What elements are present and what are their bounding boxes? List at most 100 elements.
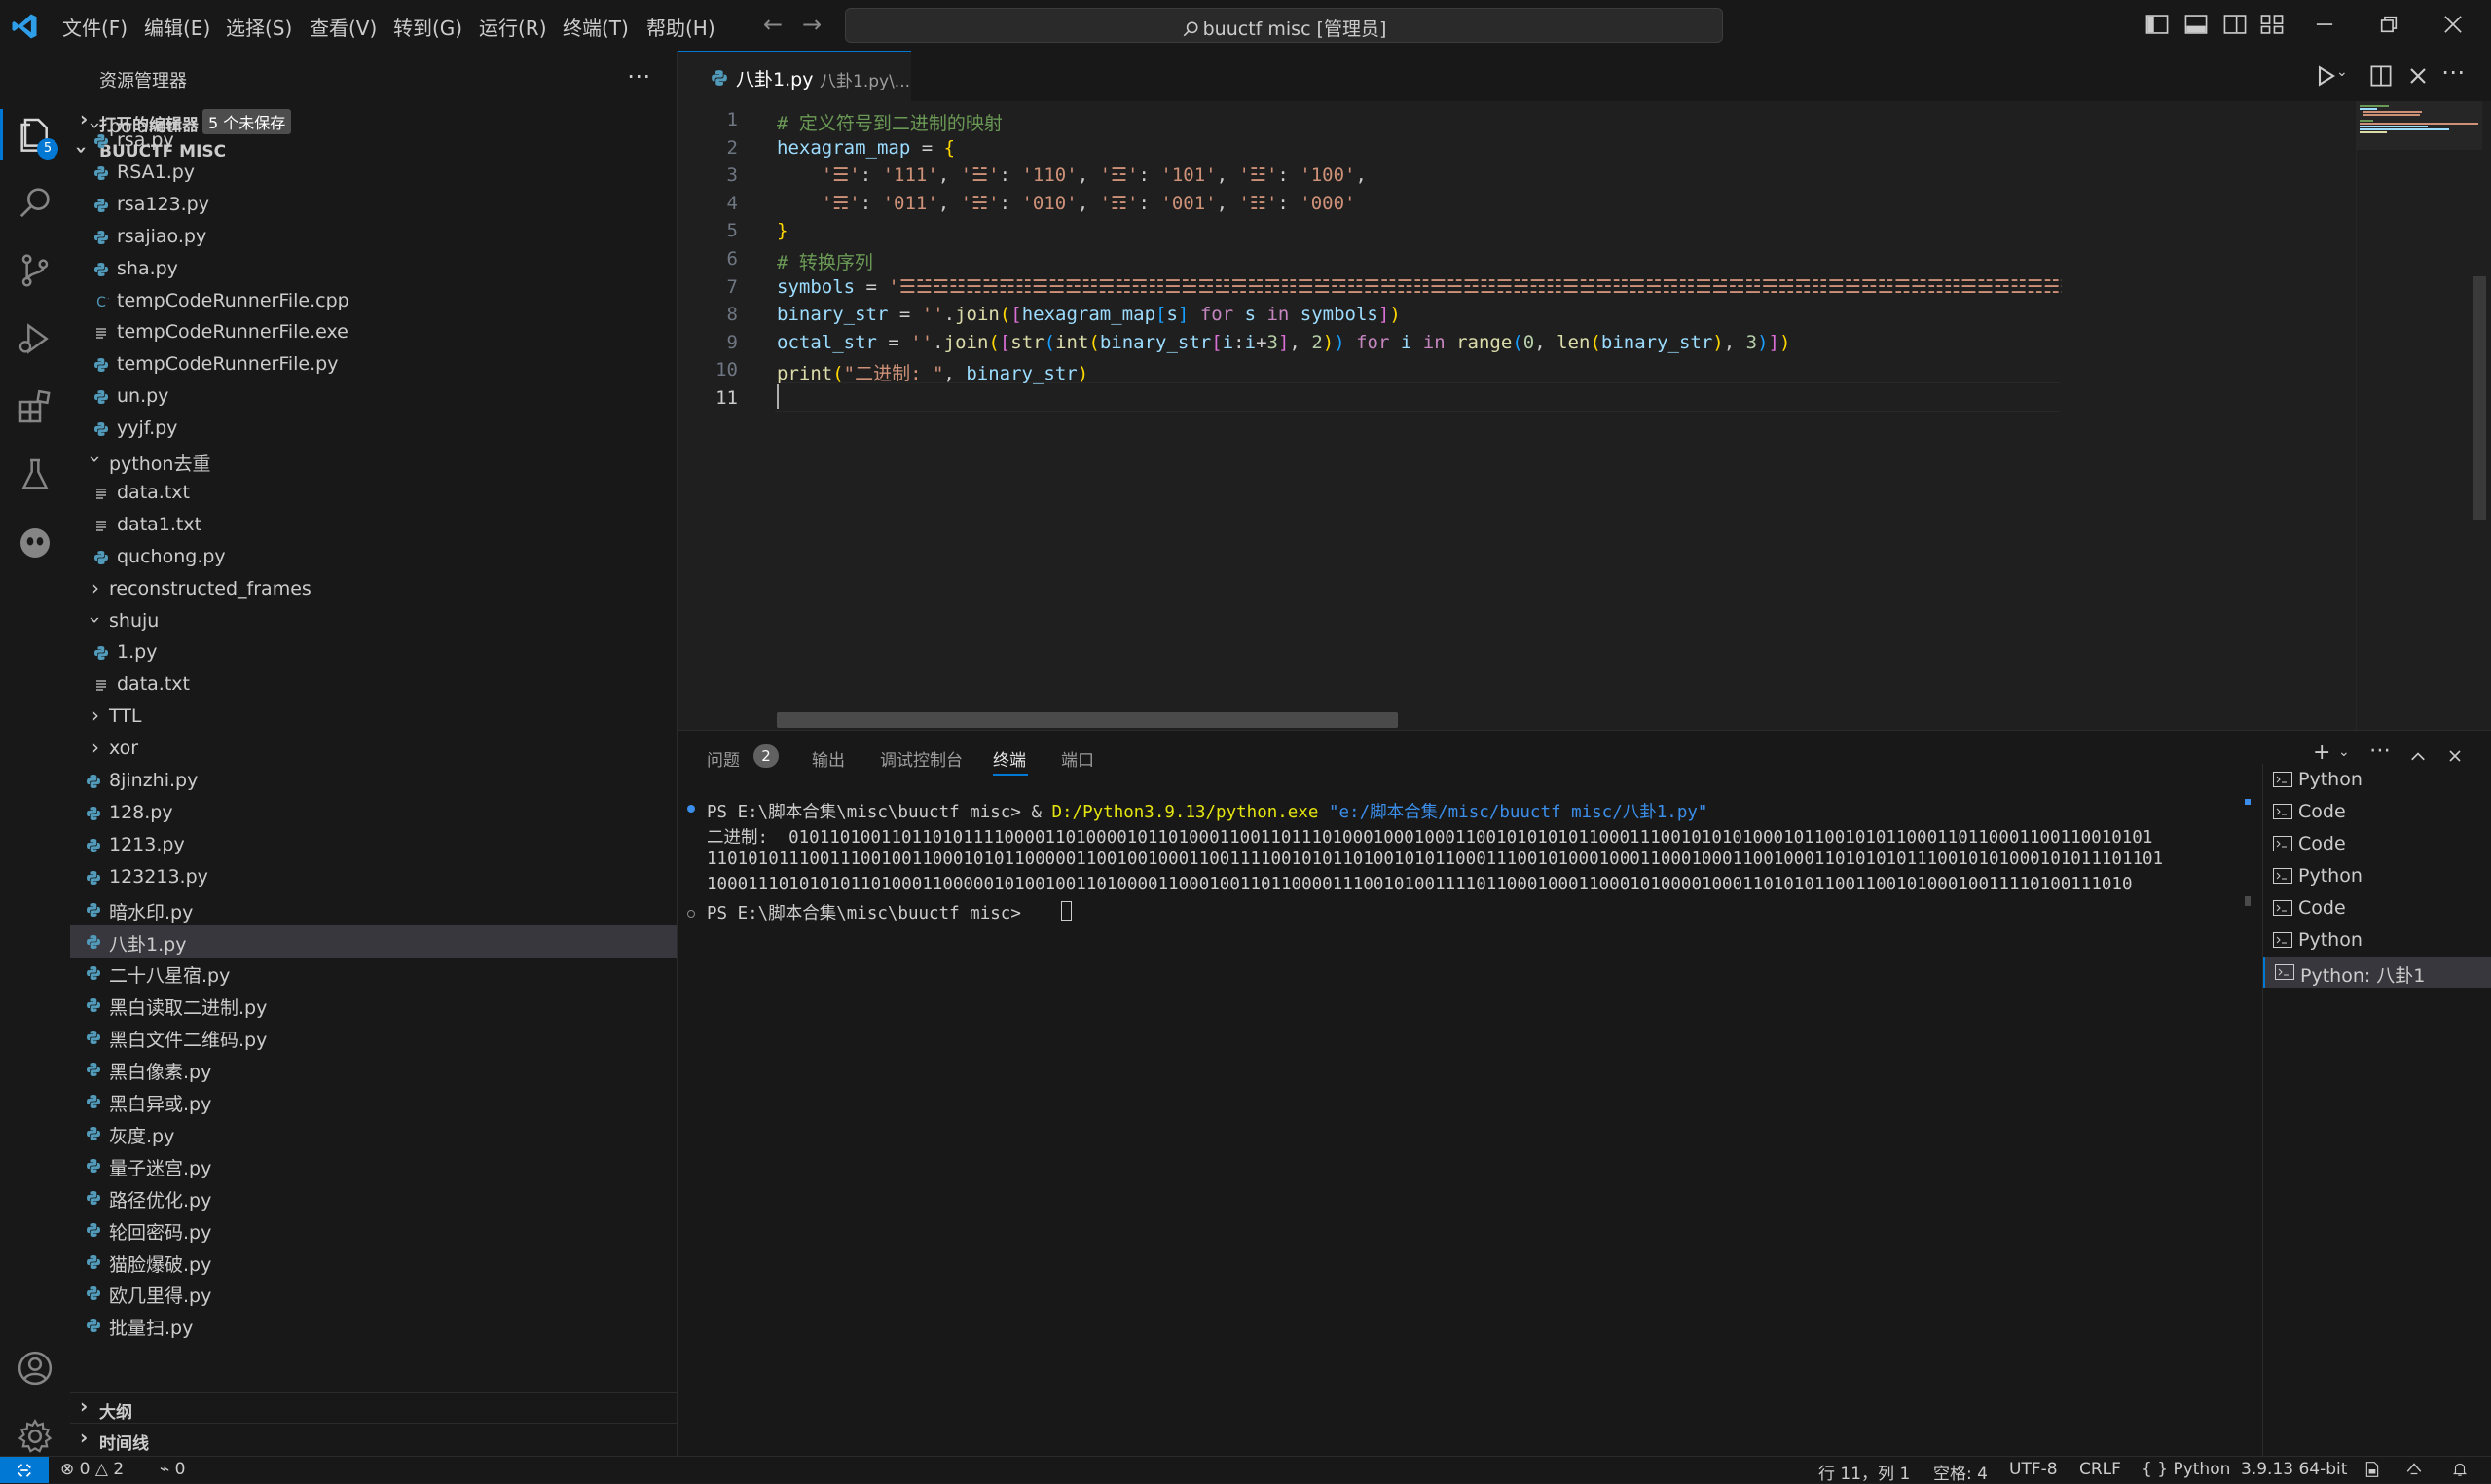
horizontal-scrollbar[interactable]	[777, 712, 1398, 728]
copilot-status-icon[interactable]	[2404, 1461, 2424, 1478]
run-and-debug-icon[interactable]	[16, 319, 55, 358]
customize-layout-icon[interactable]	[2258, 12, 2286, 37]
tree-file[interactable]: 1213.py	[70, 829, 677, 861]
tab-ports[interactable]: 端口	[1061, 746, 1094, 771]
tree-file[interactable]: C+ tempCodeRunnerFile.cpp	[70, 285, 677, 317]
remote-indicator[interactable]	[0, 1457, 49, 1483]
forward-arrow-icon[interactable]: →	[802, 11, 822, 38]
tree-file[interactable]: 123213.py	[70, 861, 677, 893]
ports-status[interactable]: ⌁ 0	[160, 1460, 185, 1479]
tab-bagua1-py[interactable]: 八卦1.py 八卦1.py\...	[678, 51, 911, 102]
tree-file[interactable]: 量子迷宫.py	[70, 1149, 677, 1181]
terminal-instance[interactable]: Python	[2263, 764, 2491, 795]
restore-icon[interactable]	[2375, 12, 2402, 37]
terminal-instance[interactable]: Python	[2263, 860, 2491, 891]
vertical-scrollbar[interactable]	[2473, 276, 2486, 520]
tree-file[interactable]: un.py	[70, 380, 677, 413]
tree-file[interactable]: 暗水印.py	[70, 893, 677, 925]
cursor-position[interactable]: 行 11，列 1	[1818, 1460, 1910, 1484]
remote-copilot-icon[interactable]	[16, 524, 55, 562]
terminal-instance[interactable]: Code	[2263, 796, 2491, 827]
menu-run[interactable]: 运行(R)	[479, 13, 547, 41]
terminal-instance[interactable]: Python: 八卦1	[2263, 957, 2491, 988]
tree-file[interactable]: 欧几里得.py	[70, 1277, 677, 1309]
tree-file[interactable]: 轮回密码.py	[70, 1213, 677, 1246]
tree-file[interactable]: 二十八星宿.py	[70, 957, 677, 989]
tree-folder[interactable]: › xor	[70, 733, 677, 765]
code-editor[interactable]: 1 2 3 4 5 6 7 8 9 10 11 # 定义符号到二进制的映射 hexagram_map …	[678, 101, 2491, 730]
editor-more-actions-icon[interactable]: ⋯	[2441, 58, 2469, 86]
tree-file[interactable]: 1.py	[70, 636, 677, 669]
tree-file[interactable]: tempCodeRunnerFile.exe	[70, 316, 677, 348]
command-center-search[interactable]: buuctf misc [管理员]	[845, 8, 1723, 43]
tree-file[interactable]: 黑白像素.py	[70, 1053, 677, 1085]
python-interpreter[interactable]: 3.9.13 64-bit	[2241, 1460, 2347, 1479]
tree-folder[interactable]: › shuju	[70, 605, 677, 637]
tree-file[interactable]: rsa123.py	[70, 189, 677, 221]
timeline-section[interactable]: › 时间线	[70, 1423, 677, 1455]
tree-file[interactable]: RSA1.py	[70, 157, 677, 189]
menu-edit[interactable]: 编辑(E)	[144, 13, 210, 41]
tree-file[interactable]: 八卦1.py	[70, 924, 677, 958]
tree-file[interactable]: rsajiao.py	[70, 221, 677, 253]
minimize-icon[interactable]	[2311, 12, 2338, 37]
tree-file[interactable]: rsa.py	[70, 125, 677, 157]
close-window-icon[interactable]	[2439, 12, 2467, 37]
menu-terminal[interactable]: 终端(T)	[563, 13, 629, 41]
menu-view[interactable]: 查看(V)	[310, 13, 377, 41]
tree-file[interactable]: 黑白文件二维码.py	[70, 1021, 677, 1053]
encoding-status[interactable]: UTF-8	[2009, 1460, 2058, 1479]
tab-output[interactable]: 输出	[812, 746, 845, 771]
tree-file[interactable]: sha.py	[70, 253, 677, 285]
terminal-instance[interactable]: Code	[2263, 892, 2491, 923]
split-editor-icon[interactable]	[2367, 62, 2395, 90]
tree-file[interactable]: quchong.py	[70, 541, 677, 573]
tree-folder[interactable]: › reconstructed_frames	[70, 573, 677, 605]
tree-file[interactable]: 黑白异或.py	[70, 1085, 677, 1117]
new-terminal-plus-icon[interactable]: +	[2313, 741, 2330, 765]
terminal-instance[interactable]: Python	[2263, 924, 2491, 956]
menu-file[interactable]: 文件(F)	[62, 13, 128, 41]
extensions-icon[interactable]	[16, 387, 55, 426]
tree-file[interactable]: 批量扫.py	[70, 1309, 677, 1341]
panel-more-actions-icon[interactable]: ⋯	[2369, 739, 2391, 763]
tab-debug-console[interactable]: 调试控制台	[880, 746, 963, 771]
tree-file[interactable]: 128.py	[70, 797, 677, 829]
tree-file[interactable]: 路径优化.py	[70, 1181, 677, 1213]
file-info-icon[interactable]	[2363, 1461, 2381, 1478]
tree-file[interactable]: data.txt	[70, 477, 677, 509]
toggle-panel-icon[interactable]	[2182, 12, 2210, 37]
source-control-icon[interactable]	[16, 251, 55, 290]
indentation-status[interactable]: 空格: 4	[1933, 1460, 1988, 1484]
terminal-instance[interactable]: Code	[2263, 828, 2491, 859]
more-actions-icon[interactable]: ⋯	[627, 62, 650, 90]
tree-file[interactable]: 8jinzhi.py	[70, 765, 677, 797]
tree-file[interactable]: 猫脸爆破.py	[70, 1246, 677, 1278]
tree-folder[interactable]: › python去重	[70, 445, 677, 477]
maximize-panel-chevron-up-icon[interactable]	[2408, 746, 2428, 766]
menu-help[interactable]: 帮助(H)	[646, 13, 715, 41]
language-mode[interactable]: { } Python	[2142, 1460, 2230, 1479]
eol-status[interactable]: CRLF	[2079, 1460, 2121, 1479]
toggle-sidebar-icon[interactable]	[2143, 12, 2171, 37]
terminal-scrollbar[interactable]	[2245, 896, 2251, 906]
tree-folder[interactable]: › TTL	[70, 701, 677, 733]
tab-terminal[interactable]: 终端	[993, 746, 1026, 771]
tree-file[interactable]: yyjf.py	[70, 413, 677, 445]
problems-status[interactable]: ⊗ 0 △ 2	[60, 1460, 124, 1479]
tab-problems[interactable]: 问题	[707, 746, 740, 771]
settings-gear-icon[interactable]	[16, 1417, 55, 1456]
tree-file[interactable]: data1.txt	[70, 509, 677, 541]
tree-file[interactable]: tempCodeRunnerFile.py	[70, 348, 677, 380]
tree-file[interactable]: 黑白读取二进制.py	[70, 989, 677, 1021]
toggle-secondary-sidebar-icon[interactable]	[2221, 12, 2249, 37]
outline-section[interactable]: › 大纲	[70, 1392, 677, 1424]
close-editors-icon[interactable]	[2404, 62, 2432, 90]
notifications-bell-icon[interactable]	[2451, 1461, 2469, 1478]
testing-flask-icon[interactable]	[16, 455, 55, 494]
terminal-profile-chevron-icon[interactable]: ⌄	[2338, 744, 2350, 760]
back-arrow-icon[interactable]: ←	[763, 11, 783, 38]
account-icon[interactable]	[16, 1349, 55, 1388]
menu-go[interactable]: 转到(G)	[393, 13, 462, 41]
minimap[interactable]	[2356, 101, 2482, 730]
